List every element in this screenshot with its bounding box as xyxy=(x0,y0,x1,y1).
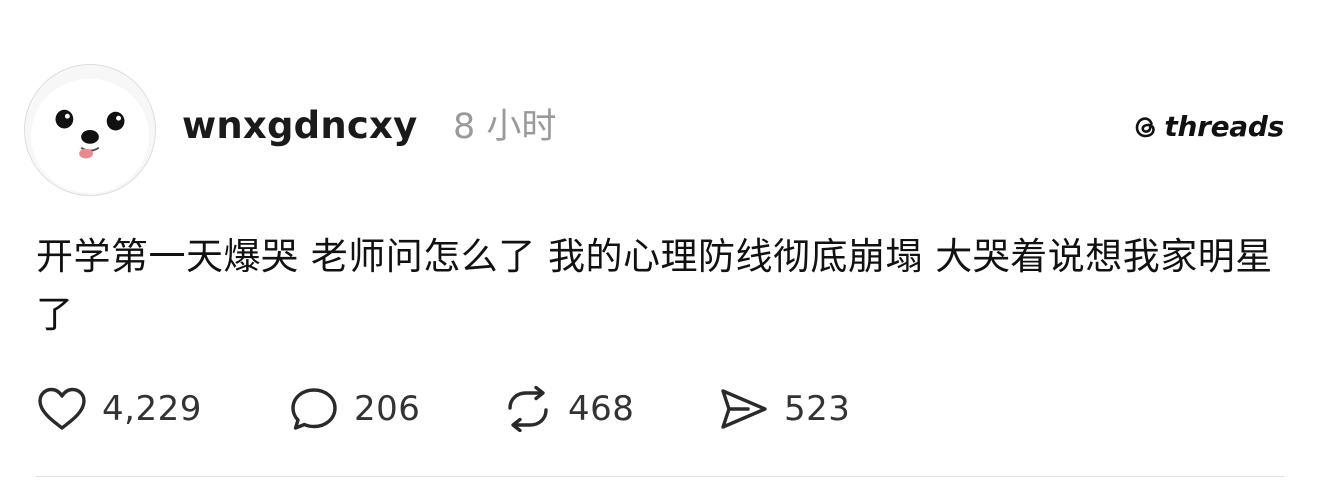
username[interactable]: wnxgdncxy xyxy=(182,103,417,149)
threads-logo-icon xyxy=(1136,117,1156,138)
like-count: 4,229 xyxy=(102,389,202,429)
post-timestamp: 8 小时 xyxy=(453,107,557,147)
divider xyxy=(36,476,1284,477)
dog-avatar-icon xyxy=(25,65,155,195)
threads-logo: threads xyxy=(1132,110,1284,144)
share-count: 523 xyxy=(784,389,851,429)
repost-button[interactable]: 468 xyxy=(502,386,718,432)
threads-post-card: wnxgdncxy 8 小时 threads 开学第一天爆哭 老师问怎么了 我的… xyxy=(0,0,1320,494)
send-paper-plane-icon xyxy=(718,386,770,432)
share-button[interactable]: 523 xyxy=(718,386,850,432)
reply-count: 206 xyxy=(354,389,421,429)
avatar[interactable] xyxy=(24,64,156,196)
comment-bubble-icon xyxy=(288,386,340,432)
reply-button[interactable]: 206 xyxy=(288,386,502,432)
heart-icon xyxy=(36,386,88,432)
post-action-bar: 4,229 206 468 523 xyxy=(36,384,850,434)
repost-count: 468 xyxy=(568,389,635,429)
repost-arrows-icon xyxy=(502,386,554,432)
post-body-text: 开学第一天爆哭 老师问怎么了 我的心理防线彻底崩塌 大哭着说想我家明星了 xyxy=(36,235,1273,336)
threads-logo-text: threads xyxy=(1164,110,1284,143)
like-button[interactable]: 4,229 xyxy=(36,386,288,432)
